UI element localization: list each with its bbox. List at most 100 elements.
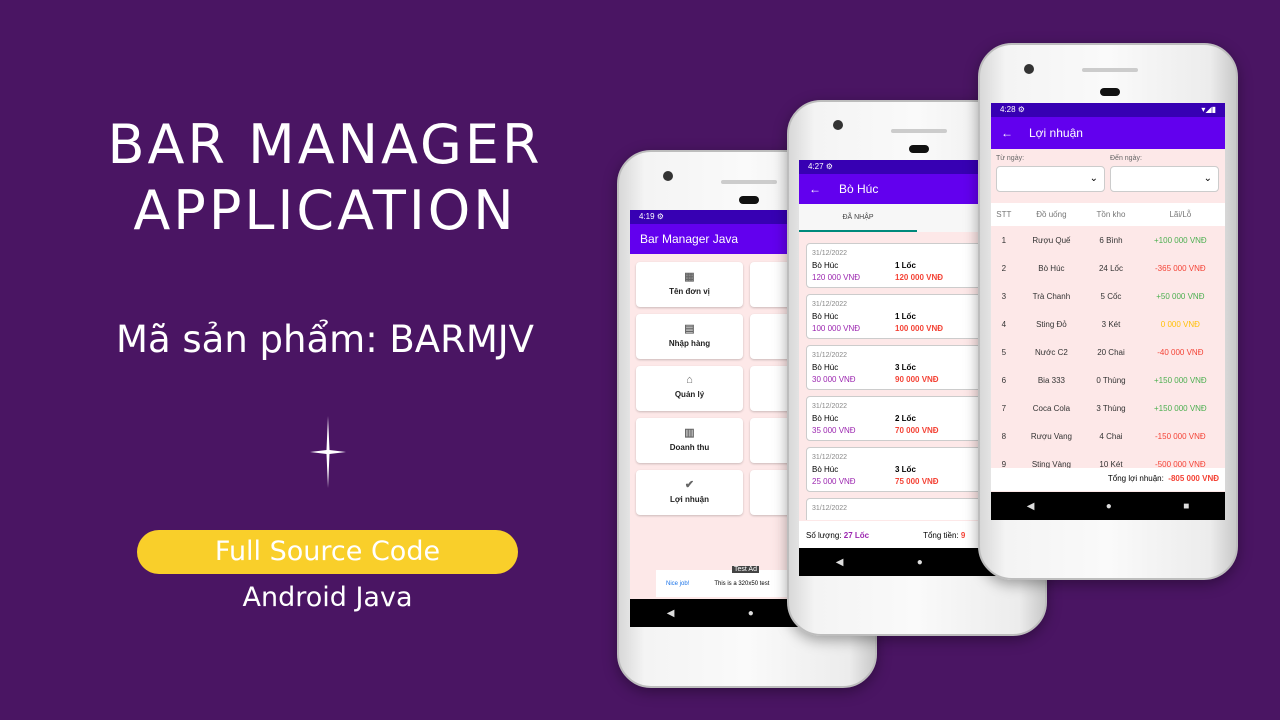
menu-card[interactable]: ▦ Tên đơn vị — [636, 262, 743, 307]
to-date-label: Đến ngày: — [1110, 155, 1142, 162]
total-label: Tổng tiền: — [923, 530, 959, 540]
table-row[interactable]: 1 Rượu Quế 6 Bình +100 000 VNĐ — [991, 226, 1225, 254]
table-cell: Trà Chanh — [1032, 291, 1071, 301]
camera — [833, 120, 843, 130]
table-cell: 4 — [1001, 319, 1007, 329]
back-icon[interactable]: ◀ — [667, 608, 675, 619]
to-date-select[interactable]: ⌄ — [1110, 166, 1219, 192]
speaker — [721, 180, 777, 184]
table-cell: 0 Thùng — [1096, 375, 1126, 385]
menu-label: Lợi nhuận — [669, 495, 709, 504]
item-qty: 3 Lốc — [895, 363, 916, 372]
table-cell: -500 000 VNĐ — [1155, 459, 1206, 469]
home-icon[interactable]: ● — [917, 557, 923, 568]
table-cell: 3 — [1001, 291, 1007, 301]
table-cell: Bò Húc — [1038, 263, 1065, 273]
table-row[interactable]: 2 Bò Húc 24 Lốc -365 000 VNĐ — [991, 254, 1225, 282]
table-cell: 6 Bình — [1099, 235, 1123, 245]
table-cell: Rượu Vang — [1030, 431, 1072, 441]
table-cell: -40 000 VNĐ — [1157, 347, 1204, 357]
qty-label: Số lượng: — [806, 530, 842, 540]
home-icon[interactable]: ● — [1106, 501, 1112, 512]
table-cell: 5 Cốc — [1100, 291, 1122, 301]
title-line-2: APPLICATION — [133, 179, 517, 242]
table-cell: +150 000 VNĐ — [1154, 403, 1207, 413]
calendar-check-icon: ▦ — [684, 271, 695, 283]
camera — [663, 171, 673, 181]
wifi-battery-icon: ▾◢▮ — [1201, 105, 1216, 114]
item-qty: 1 Lốc — [895, 312, 916, 321]
screen-title: Bò Húc — [839, 182, 879, 196]
total-profit-bar: Tổng lợi nhuận: -805 000 VNĐ — [991, 468, 1225, 491]
table-row[interactable]: 4 Sting Đỏ 3 Két 0 000 VNĐ — [991, 310, 1225, 338]
table-row[interactable]: 8 Rượu Vang 4 Chai -150 000 VNĐ — [991, 422, 1225, 450]
platform-label: Android Java — [242, 582, 413, 613]
table-row[interactable]: 6 Bia 333 0 Thùng +150 000 VNĐ — [991, 366, 1225, 394]
profit-table: STT Đồ uống Tồn kho Lãi/Lỗ 1 Rượu Quế 6 Bình +1… — [991, 203, 1225, 468]
nav-bar: ◀ ● ■ — [991, 492, 1225, 520]
menu-label: Quản lý — [674, 390, 705, 399]
sparkle-icon — [310, 416, 346, 488]
item-total: 120 000 VNĐ — [895, 273, 944, 282]
back-icon[interactable]: ◀ — [836, 557, 844, 568]
table-cell: +100 000 VNĐ — [1154, 235, 1207, 245]
speaker — [1082, 68, 1138, 72]
tab-imported[interactable]: ĐÃ NHẬP — [799, 204, 917, 232]
status-bar: 4:28 ⚙ ▾◢▮ — [991, 103, 1225, 117]
qty-value: 27 Lốc — [843, 530, 870, 540]
table-cell: 8 — [1001, 431, 1007, 441]
table-cell: Sting Đỏ — [1036, 319, 1067, 329]
table-row[interactable]: 9 Sting Vàng 10 Két -500 000 VNĐ — [991, 450, 1225, 469]
table-cell: Bia 333 — [1037, 375, 1065, 385]
column-header: STT — [996, 210, 1012, 219]
store-icon: ⌂ — [686, 374, 693, 386]
table-row[interactable]: 7 Coca Cola 3 Thùng +150 000 VNĐ — [991, 394, 1225, 422]
table-row[interactable]: 5 Nước C2 20 Chai -40 000 VNĐ — [991, 338, 1225, 366]
item-qty: 1 Lốc — [895, 261, 916, 270]
back-arrow-icon[interactable]: ← — [1001, 126, 1013, 140]
item-total: 75 000 VNĐ — [895, 477, 939, 486]
chart-add-icon: ▥ — [684, 427, 695, 439]
screen-title: Lợi nhuận — [1029, 126, 1083, 140]
table-cell: Nước C2 — [1035, 347, 1068, 357]
earpiece — [909, 145, 929, 153]
from-date-select[interactable]: ⌄ — [996, 166, 1105, 192]
table-cell: Coca Cola — [1032, 403, 1071, 413]
table-row[interactable]: 3 Trà Chanh 5 Cốc +50 000 VNĐ — [991, 282, 1225, 310]
back-arrow-icon[interactable]: ← — [809, 182, 821, 196]
menu-card[interactable]: ▤ Nhập hàng — [636, 314, 743, 359]
table-cell: +150 000 VNĐ — [1154, 375, 1207, 385]
item-qty: 3 Lốc — [895, 465, 916, 474]
item-total: 70 000 VNĐ — [895, 426, 939, 435]
table-cell: 24 Lốc — [1098, 263, 1123, 273]
total-value: 9 — [960, 530, 966, 540]
menu-label: Tên đơn vị — [669, 287, 710, 296]
table-cell: 20 Chai — [1097, 347, 1125, 357]
column-header: Lãi/Lỗ — [1169, 210, 1192, 219]
note-add-icon: ▤ — [684, 323, 695, 335]
table-cell: -365 000 VNĐ — [1155, 263, 1206, 273]
back-icon[interactable]: ◀ — [1027, 501, 1035, 512]
item-total: 90 000 VNĐ — [895, 375, 939, 384]
table-cell: 2 — [1001, 263, 1007, 273]
check-circle-icon: ✔ — [684, 479, 695, 491]
profit-screen: 4:28 ⚙ ▾◢▮ ← Lợi nhuận Từ ngày: ⌄ Đến ngày… — [991, 103, 1225, 520]
menu-card[interactable]: ⌂ Quản lý — [636, 366, 743, 411]
earpiece — [739, 196, 759, 204]
home-icon[interactable]: ● — [748, 608, 754, 619]
ad-text: This is a 320x50 test — [714, 580, 770, 587]
table-cell: -150 000 VNĐ — [1155, 431, 1206, 441]
menu-label: Doanh thu — [669, 443, 710, 452]
speaker — [891, 129, 947, 133]
title-line-1: BAR MANAGER — [107, 113, 543, 176]
title: BAR MANAGER APPLICATION — [0, 112, 650, 244]
menu-card[interactable]: ▥ Doanh thu — [636, 418, 743, 463]
recents-icon[interactable]: ■ — [1183, 501, 1189, 512]
test-ad-tag: Test Ad — [732, 566, 759, 573]
app-bar: ← Lợi nhuận — [991, 117, 1225, 149]
table-cell: Sting Vàng — [1031, 459, 1071, 469]
total-profit-value: -805 000 VNĐ — [1168, 474, 1219, 483]
item-qty: 2 Lốc — [895, 414, 916, 423]
earpiece — [1100, 88, 1120, 96]
menu-card[interactable]: ✔ Lợi nhuận — [636, 470, 743, 515]
